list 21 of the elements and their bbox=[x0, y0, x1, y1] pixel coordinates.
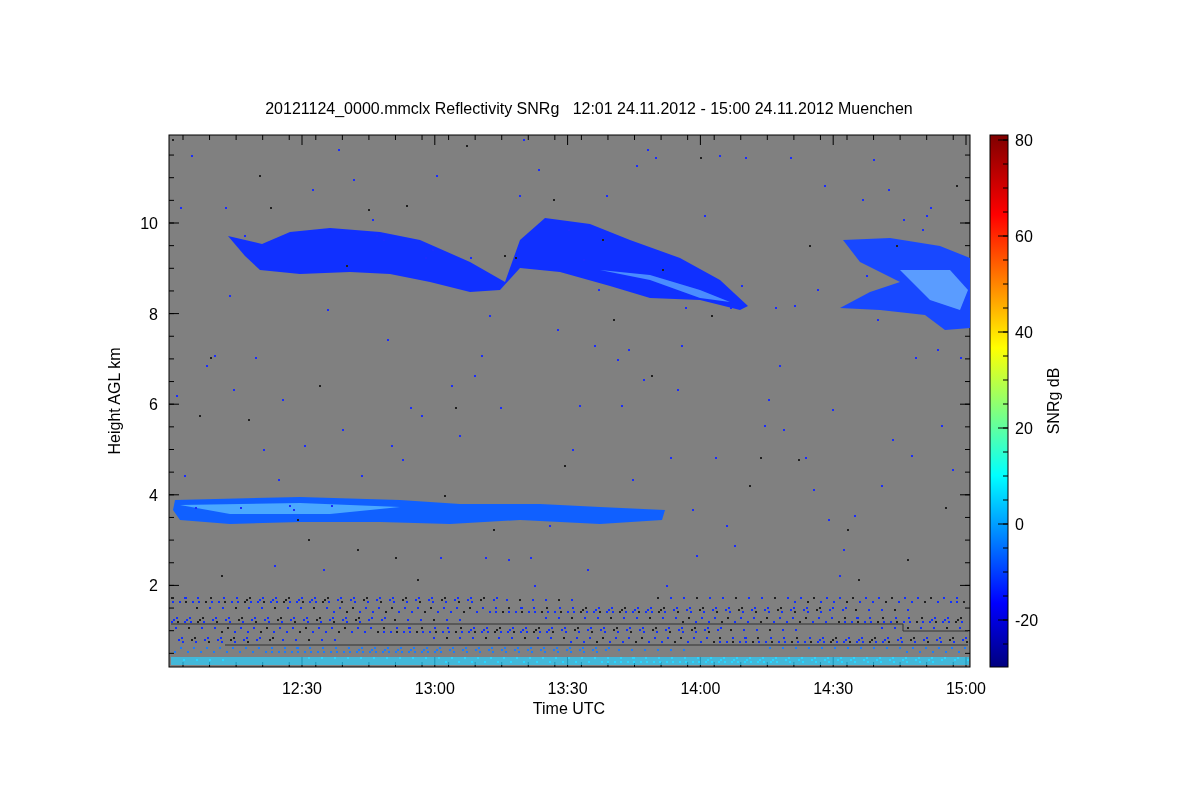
x-tick-label: 13:30 bbox=[547, 680, 588, 697]
x-tick-label: 14:00 bbox=[680, 680, 721, 697]
x-tick-label: 15:00 bbox=[946, 680, 986, 697]
colorbar-tick-label: 40 bbox=[1015, 324, 1033, 341]
y-tick-label: 2 bbox=[149, 577, 158, 595]
y-tick-label: 8 bbox=[149, 305, 158, 323]
x-tick-label: 14:30 bbox=[813, 680, 854, 697]
colorbar-tick-label: 60 bbox=[1015, 228, 1033, 245]
plot-title: 20121124_0000.mmclx Reflectivity SNRg 12:01 24.11.2012 - 15:00 24.11.2012 Muenchen bbox=[265, 100, 913, 117]
colorbar-tick-label: 0 bbox=[1015, 516, 1024, 533]
colorbar-tick-label: -20 bbox=[1015, 612, 1039, 629]
colorbar-tick-label: 80 bbox=[1015, 132, 1033, 149]
x-axis-label: Time UTC bbox=[532, 700, 606, 717]
colorbar-label: SNRg dB bbox=[1045, 367, 1062, 435]
colorbar-tick-label: 20 bbox=[1015, 420, 1033, 437]
y-tick-label: 10 bbox=[140, 215, 158, 232]
x-tick-label: 13:00 bbox=[414, 680, 455, 697]
x-tick-label: 12:30 bbox=[282, 680, 322, 697]
y-tick-label: 6 bbox=[149, 396, 158, 414]
y-tick-label: 4 bbox=[149, 486, 158, 504]
y-axis-label: Height AGL km bbox=[106, 347, 123, 455]
